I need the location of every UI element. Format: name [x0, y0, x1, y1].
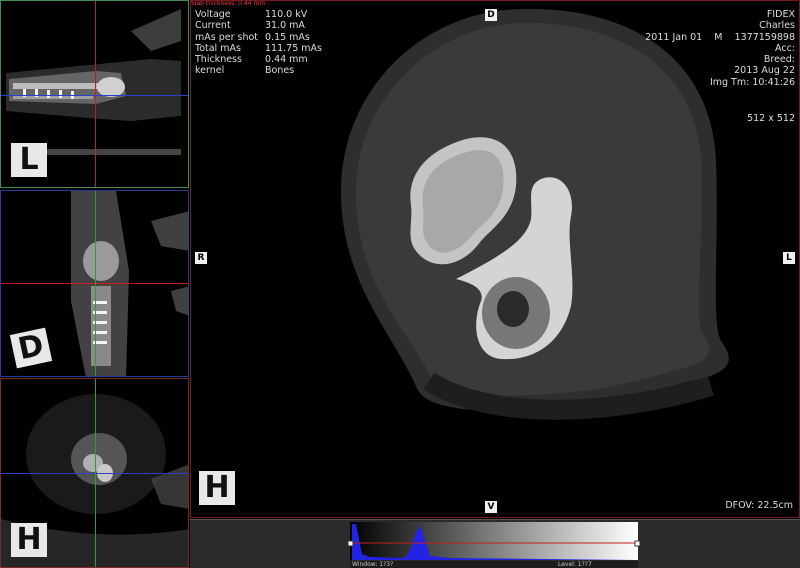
window-handle-left	[347, 540, 354, 547]
institution-name: FIDEX	[766, 9, 795, 20]
orientation-letter-badge: L	[11, 143, 47, 177]
window-gradient-bar	[350, 522, 638, 560]
patient-dob-sex-id: 2011 Jan 01 M 1377159898	[645, 31, 795, 43]
window-level-histogram-panel[interactable]: Window: 1?3? Level: 1??7	[190, 519, 800, 568]
info-key: Current	[195, 20, 231, 32]
transverse-view-panel[interactable]: H	[0, 378, 189, 568]
info-row-total-mas: Total mAs 111.75 mAs	[195, 43, 322, 54]
image-time: Img Tm: 10:41:26	[709, 76, 795, 88]
sagittal-view-panel[interactable]: L	[0, 0, 189, 188]
orientation-letter-badge: H	[199, 471, 235, 505]
patient-info: FIDEX Charles 2011 Jan 01 M 1377159898 A…	[645, 9, 795, 88]
info-value: 110.0 kV	[265, 9, 308, 20]
info-value: 0.15 mAs	[265, 31, 310, 43]
slab-thickness-label: Slab thickness: 0.44 mm	[191, 0, 266, 7]
orientation-letter-badge: H	[11, 523, 47, 557]
info-value: 0.44 mm	[265, 54, 308, 66]
main-ct-view[interactable]: Slab thickness: 0.44 mm Voltage 110.0 kV …	[190, 0, 800, 518]
crosshair-vertical	[95, 191, 96, 376]
info-key: Voltage	[195, 9, 231, 20]
info-key: kernel	[195, 65, 225, 77]
matrix-size: 512 x 512	[747, 113, 795, 124]
breed-label: Breed:	[763, 54, 795, 66]
info-key: Total mAs	[195, 42, 241, 54]
info-value: 31.0 mA	[265, 20, 305, 32]
dfov-label: DFOV: 22.5cm	[725, 500, 793, 511]
info-row-current: Current 31.0 mA	[195, 20, 322, 31]
info-key: Thickness	[195, 54, 242, 66]
orientation-marker-top: D	[485, 9, 497, 21]
crosshair-vertical	[95, 1, 96, 187]
accession-label: Acc:	[775, 42, 795, 54]
info-row-kernel: kernel Bones	[195, 65, 322, 76]
study-date: 2013 Aug 22	[734, 65, 795, 77]
acquisition-info: Voltage 110.0 kV Current 31.0 mA mAs per s…	[195, 9, 322, 77]
window-handle-right	[634, 540, 641, 547]
orientation-marker-bottom: V	[485, 501, 497, 513]
histogram-chart	[347, 522, 641, 568]
window-label: Window: 1?3?	[352, 561, 394, 568]
crosshair-vertical	[95, 379, 96, 567]
level-label: Level: 1??7	[558, 561, 592, 568]
orientation-marker-left: R	[195, 252, 207, 264]
info-row-voltage: Voltage 110.0 kV	[195, 9, 322, 20]
info-key: mAs per shot	[195, 31, 259, 43]
patient-name: Charles	[759, 20, 795, 32]
orientation-marker-right: L	[783, 252, 795, 264]
dorsal-view-panel[interactable]: D	[0, 190, 189, 377]
info-value: 111.75 mAs	[265, 42, 322, 54]
info-row-mas-per-shot: mAs per shot 0.15 mAs	[195, 32, 322, 43]
info-row-thickness: Thickness 0.44 mm	[195, 54, 322, 65]
info-value: Bones	[265, 65, 295, 77]
